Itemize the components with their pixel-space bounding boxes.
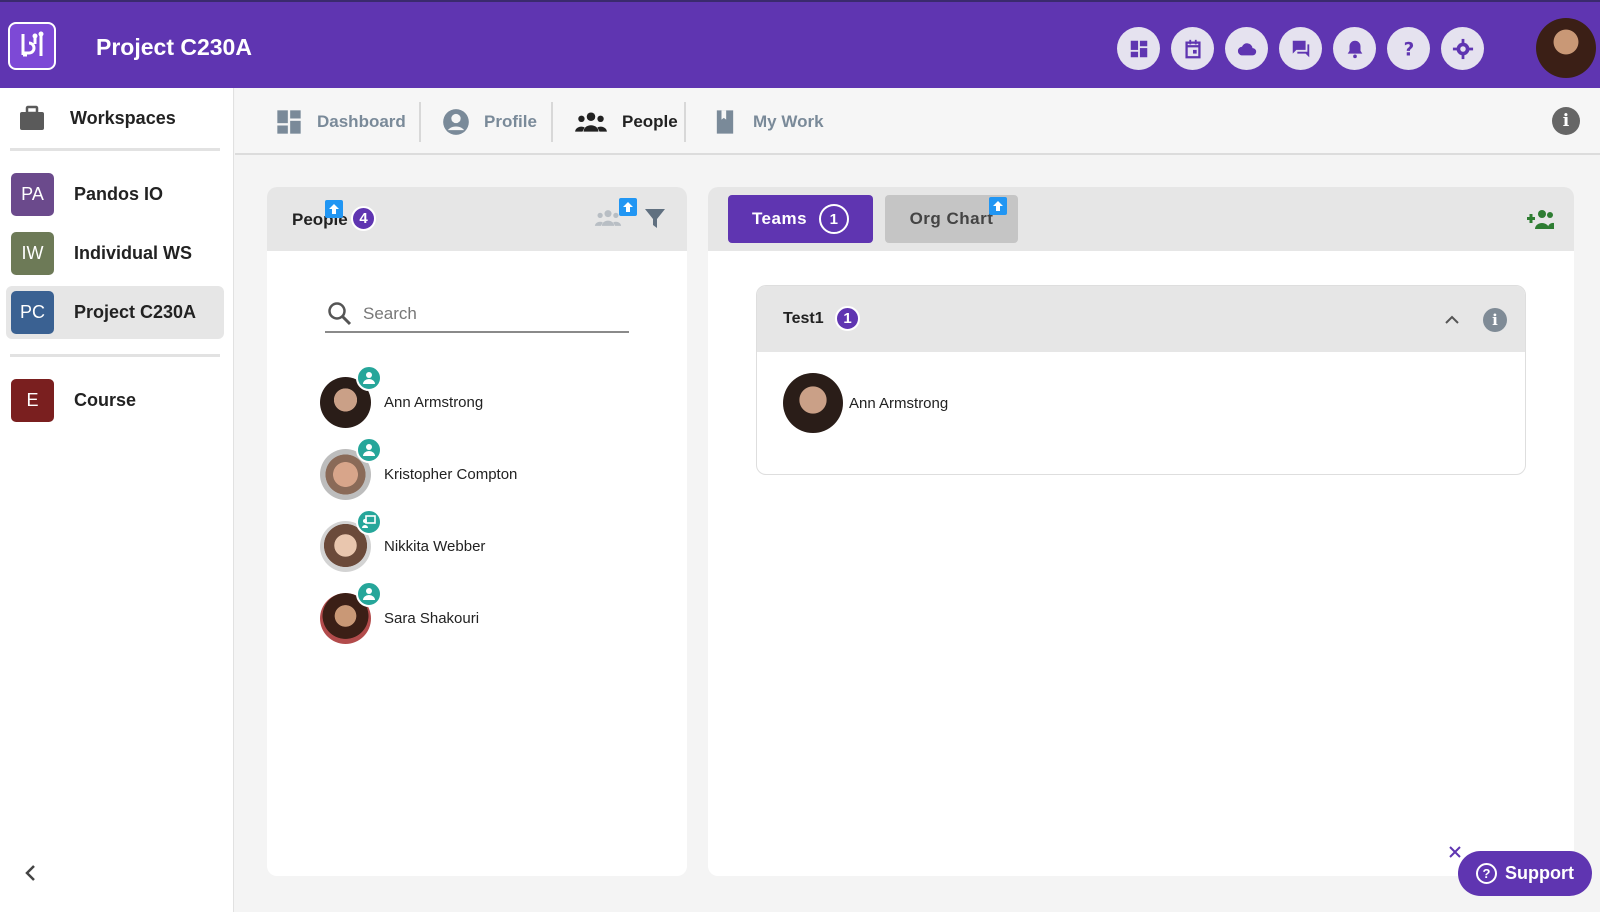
logo-icon — [21, 31, 44, 57]
people-count-badge: 4 — [351, 206, 376, 231]
dashboard-icon — [277, 110, 301, 134]
workspaces-header[interactable]: Workspaces — [0, 88, 234, 148]
help-icon: ? — [1476, 863, 1497, 884]
gear-icon[interactable] — [1441, 27, 1484, 70]
upload-icon[interactable] — [619, 198, 637, 216]
avatar — [320, 580, 382, 644]
support-button[interactable]: ? Support — [1458, 851, 1592, 896]
member-name: Ann Armstrong — [849, 394, 949, 412]
tab-label: People — [622, 112, 678, 131]
sidebar-item-pandos-io[interactable]: PA Pandos IO — [6, 168, 224, 221]
tab-divider — [419, 102, 421, 142]
avatar — [320, 364, 382, 428]
tab-my-work[interactable]: My Work — [711, 100, 824, 144]
collapse-sidebar-icon[interactable] — [20, 862, 42, 884]
sidebar-item-individual-ws[interactable]: IW Individual WS — [6, 227, 224, 280]
team-count-badge: 1 — [835, 306, 860, 331]
filter-icon[interactable] — [644, 207, 666, 229]
tab-divider — [684, 102, 686, 142]
page-title: Project C230A — [96, 34, 252, 60]
user-avatar[interactable] — [1536, 18, 1596, 78]
sidebar-item-course[interactable]: E Course — [6, 374, 224, 427]
teams-panel-header: Teams 1 Org Chart — [708, 187, 1574, 251]
team-name: Test1 — [783, 310, 824, 327]
svg-text:?: ? — [1403, 39, 1414, 60]
workspace-sidebar: Workspaces PA Pandos IO IW Individual WS… — [0, 88, 234, 912]
search-field[interactable] — [325, 297, 629, 333]
add-team-icon[interactable] — [1526, 207, 1554, 231]
group-icon[interactable] — [594, 207, 622, 229]
tab-teams[interactable]: Teams 1 — [728, 195, 873, 243]
workspace-name: Course — [74, 390, 137, 410]
workspace-name: Project C230A — [74, 302, 197, 322]
top-header: Project C230A ? — [0, 0, 1600, 88]
app-logo[interactable] — [8, 22, 56, 70]
teams-panel: Teams 1 Org Chart Test1 1 i Ann Armstron… — [708, 187, 1574, 876]
avatar — [320, 436, 382, 500]
upload-icon[interactable] — [325, 200, 343, 218]
tab-dashboard[interactable]: Dashboard — [275, 100, 406, 144]
workspace-badge: IW — [11, 232, 54, 275]
tab-label: My Work — [753, 112, 824, 131]
person-name: Ann Armstrong — [384, 393, 484, 411]
presenter-icon — [356, 508, 382, 535]
workspaces-label: Workspaces — [70, 107, 176, 128]
teams-count-badge: 1 — [819, 204, 850, 234]
people-icon — [575, 112, 607, 132]
workspace-name: Pandos IO — [74, 184, 164, 204]
sidebar-divider — [10, 354, 220, 357]
tab-label: Teams — [751, 209, 808, 228]
tab-label: Profile — [484, 112, 537, 131]
person-icon — [356, 364, 382, 391]
chat-icon[interactable] — [1279, 27, 1322, 70]
team-member[interactable]: Ann Armstrong — [783, 373, 948, 433]
workspace-badge: PC — [11, 291, 54, 334]
people-panel: People 4 Ann Armstrong Kristopher Compto… — [267, 187, 687, 876]
list-item[interactable]: Ann Armstrong — [320, 364, 660, 429]
avatar — [783, 373, 843, 433]
briefcase-icon — [20, 105, 44, 130]
info-icon[interactable]: i — [1483, 308, 1507, 332]
close-icon[interactable] — [1447, 844, 1463, 860]
tab-label: Org Chart — [909, 209, 994, 228]
search-icon — [328, 302, 352, 326]
header-toolbar: ? — [1117, 27, 1484, 70]
sidebar-divider — [10, 148, 220, 151]
sidebar-item-project-c230a[interactable]: PC Project C230A — [6, 286, 224, 339]
person-name: Kristopher Compton — [384, 465, 518, 483]
list-item[interactable]: Sara Shakouri — [320, 580, 660, 645]
book-icon — [716, 110, 734, 134]
list-item[interactable]: Kristopher Compton — [320, 436, 660, 501]
workspace-name: Individual WS — [74, 243, 193, 263]
person-name: Nikkita Webber — [384, 537, 486, 555]
info-icon[interactable]: i — [1552, 107, 1580, 135]
upload-icon[interactable] — [989, 197, 1007, 215]
tab-divider — [551, 102, 553, 142]
dashboard-icon[interactable] — [1117, 27, 1160, 70]
person-icon — [356, 580, 382, 607]
profile-icon — [443, 109, 469, 135]
section-tabs: Dashboard Profile People My Work i — [235, 88, 1600, 155]
support-label: Support — [1505, 863, 1574, 883]
help-icon[interactable]: ? — [1387, 27, 1430, 70]
team-card: Test1 1 i Ann Armstrong — [756, 285, 1526, 475]
cloud-icon[interactable] — [1225, 27, 1268, 70]
tab-profile[interactable]: Profile — [442, 100, 537, 144]
person-name: Sara Shakouri — [384, 609, 480, 627]
people-panel-header: People 4 — [267, 187, 687, 251]
chevron-up-icon[interactable] — [1441, 309, 1463, 331]
list-item[interactable]: Nikkita Webber — [320, 508, 660, 573]
team-card-header[interactable]: Test1 1 i — [757, 286, 1525, 352]
tab-people[interactable]: People — [574, 100, 678, 144]
avatar — [320, 508, 382, 572]
tab-label: Dashboard — [317, 112, 406, 131]
calendar-icon[interactable] — [1171, 27, 1214, 70]
workspace-badge: E — [11, 379, 54, 422]
bell-icon[interactable] — [1333, 27, 1376, 70]
workspace-badge: PA — [11, 173, 54, 216]
person-icon — [356, 436, 382, 463]
search-input[interactable] — [363, 304, 613, 324]
